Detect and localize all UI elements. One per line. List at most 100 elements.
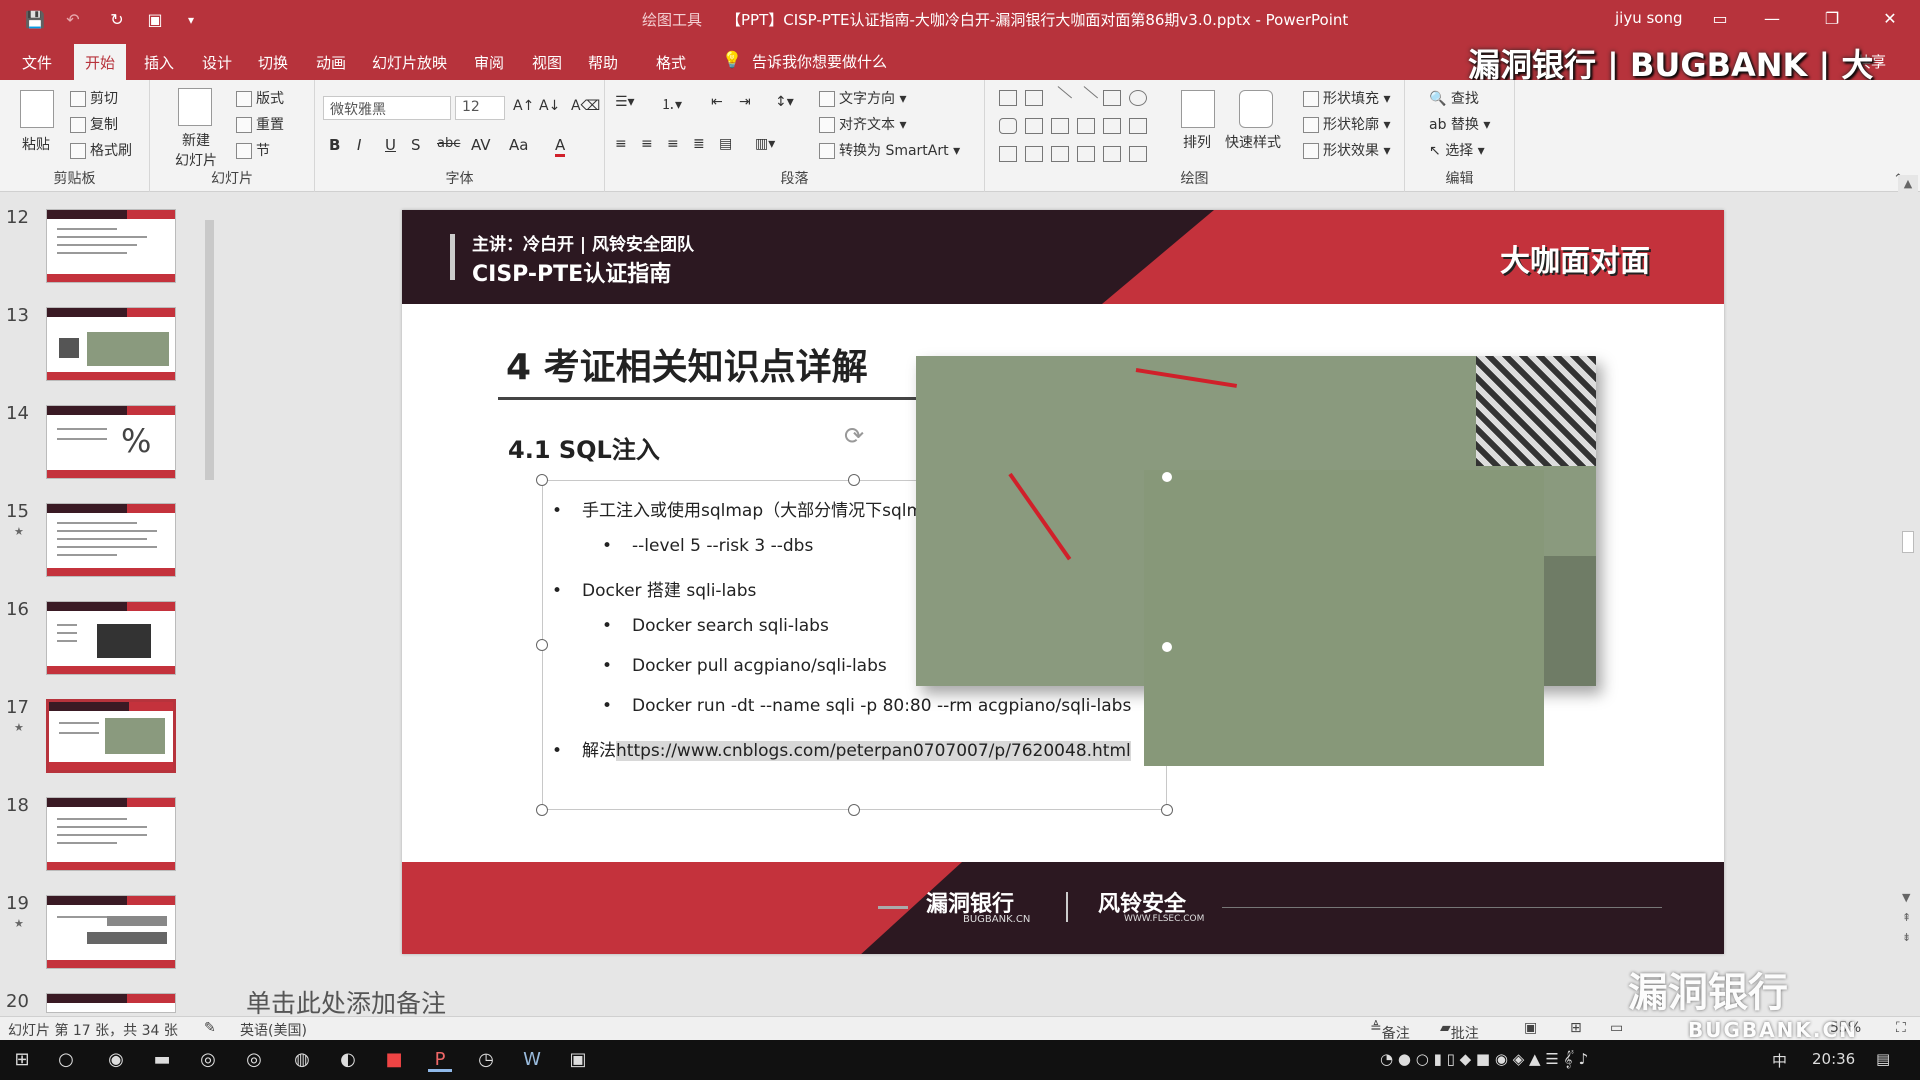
wechat-icon[interactable]: ◐	[336, 1048, 360, 1072]
shape-outline-button[interactable]: 形状轮廓 ▾	[1303, 114, 1390, 134]
distribute-icon[interactable]: ▤	[719, 136, 732, 152]
file-explorer-icon[interactable]: ▬	[150, 1048, 174, 1072]
increase-font-icon[interactable]: A↑	[513, 98, 534, 114]
slide-canvas[interactable]: 主讲：冷白开 | 风铃安全团队 CISP-PTE认证指南 大咖面对面 4 考证相…	[402, 210, 1724, 954]
thumbnail-slide-19[interactable]	[46, 895, 176, 969]
align-text-button[interactable]: 对齐文本 ▾	[819, 114, 906, 134]
shape-effects-button[interactable]: 形状效果 ▾	[1303, 140, 1390, 160]
tab-review[interactable]: 审阅	[474, 48, 504, 77]
decrease-font-icon[interactable]: A↓	[539, 98, 560, 114]
start-slideshow-icon[interactable]: ▣	[144, 9, 166, 31]
line-spacing-icon[interactable]: ↕▾	[775, 94, 794, 110]
shadow-button[interactable]: S	[411, 136, 421, 154]
clear-format-icon[interactable]: A⌫	[571, 98, 600, 114]
font-name-select[interactable]: 微软雅黑	[323, 96, 451, 120]
numbering-icon[interactable]: ⒈▾	[661, 94, 682, 114]
slide-subtitle[interactable]: 4.1 SQL注入	[508, 430, 660, 465]
underline-button[interactable]: U	[385, 136, 396, 154]
user-name[interactable]: jiyu song	[1615, 9, 1683, 27]
spellcheck-icon[interactable]: ✎	[204, 1020, 216, 1036]
app-red-icon[interactable]: ■	[382, 1048, 406, 1072]
notification-icon[interactable]: ▤	[1876, 1050, 1890, 1068]
change-case-button[interactable]: Aa	[509, 136, 528, 154]
section-button[interactable]: 节	[236, 140, 270, 160]
normal-view-icon[interactable]: ▣	[1524, 1020, 1537, 1036]
recorder-icon[interactable]: ▣	[566, 1048, 590, 1072]
cut-button[interactable]: 剪切	[70, 88, 118, 108]
comments-toggle[interactable]: ▰ 批注	[1440, 1020, 1479, 1042]
bullets-icon[interactable]: ☰▾	[615, 94, 635, 110]
thumbnail-slide-14[interactable]: %	[46, 405, 176, 479]
thumbnail-slide-13[interactable]	[46, 307, 176, 381]
ime-indicator[interactable]: 中	[1772, 1050, 1787, 1071]
clock-app-icon[interactable]: ◷	[474, 1048, 498, 1072]
tab-transitions[interactable]: 切换	[258, 48, 288, 77]
reading-view-icon[interactable]: ▭	[1610, 1020, 1623, 1036]
cortana-icon[interactable]: ○	[54, 1048, 78, 1072]
align-center-icon[interactable]: ≡	[641, 136, 653, 152]
find-button[interactable]: 🔍 查找	[1429, 88, 1479, 108]
new-slide-button[interactable]: 新建 幻灯片	[168, 130, 224, 170]
language-indicator[interactable]: 英语(美国)	[240, 1020, 307, 1040]
solution-link[interactable]: https://www.cnblogs.com/peterpan0707007/…	[616, 741, 1131, 761]
replace-button[interactable]: ab 替换 ▾	[1429, 114, 1490, 134]
redo-icon[interactable]: ↻	[106, 9, 128, 31]
slide-scrollbar[interactable]: ▲ ▼ ⇞ ⇟	[1898, 175, 1918, 1015]
slide-sorter-icon[interactable]: ⊞	[1570, 1020, 1582, 1036]
align-left-icon[interactable]: ≡	[615, 136, 627, 152]
browser-alt-icon[interactable]: ◍	[290, 1048, 314, 1072]
quick-styles-icon[interactable]	[1239, 90, 1273, 128]
bold-button[interactable]: B	[329, 136, 340, 154]
increase-indent-icon[interactable]: ⇥	[739, 94, 751, 110]
fit-slide-icon[interactable]: ⛶	[1896, 1020, 1906, 1036]
tab-animations[interactable]: 动画	[316, 48, 346, 77]
thumbnail-slide-18[interactable]	[46, 797, 176, 871]
previous-slide-icon[interactable]: ⇞	[1902, 911, 1911, 924]
slide-title[interactable]: 4 考证相关知识点详解	[506, 338, 868, 390]
convert-smartart-button[interactable]: 转换为 SmartArt ▾	[819, 140, 960, 160]
tab-format[interactable]: 格式	[656, 48, 686, 77]
rotate-handle-icon[interactable]: ⟳	[844, 422, 864, 450]
browser-icon[interactable]: ◎	[242, 1048, 266, 1072]
tell-me-search[interactable]: 告诉我你想要做什么	[752, 51, 887, 72]
paste-icon[interactable]	[20, 90, 54, 128]
undo-icon[interactable]: ↶	[62, 9, 84, 31]
notes-toggle[interactable]: ≜ 备注	[1370, 1020, 1410, 1042]
reset-button[interactable]: 重置	[236, 114, 284, 134]
italic-button[interactable]: I	[357, 136, 361, 154]
screenshot-image-2[interactable]	[1144, 470, 1544, 766]
copy-button[interactable]: 复制	[70, 114, 118, 134]
minimize-button[interactable]: —	[1752, 6, 1792, 32]
text-direction-button[interactable]: 文字方向 ▾	[819, 88, 906, 108]
close-button[interactable]: ✕	[1870, 6, 1910, 32]
thumbnail-scrollbar[interactable]	[203, 200, 216, 1010]
scroll-up-icon[interactable]: ▲	[1898, 177, 1918, 190]
arrange-icon[interactable]	[1181, 90, 1215, 128]
layout-button[interactable]: 版式	[236, 88, 284, 108]
thumbnail-slide-12[interactable]	[46, 209, 176, 283]
paste-button[interactable]: 粘贴	[22, 134, 50, 154]
windows-start-icon[interactable]: ⊞	[10, 1048, 34, 1072]
tab-home[interactable]: 开始	[74, 44, 127, 80]
resize-handle[interactable]	[1161, 804, 1173, 816]
tab-view[interactable]: 视图	[532, 48, 562, 77]
thumbnail-slide-16[interactable]	[46, 601, 176, 675]
new-slide-icon[interactable]	[178, 88, 212, 126]
strikethrough-button[interactable]: abc	[437, 136, 460, 151]
font-size-select[interactable]: 12	[455, 96, 505, 120]
shapes-gallery[interactable]	[995, 86, 1165, 168]
select-button[interactable]: ↖ 选择 ▾	[1429, 140, 1485, 160]
scroll-thumb[interactable]	[1902, 531, 1914, 553]
thumbnail-slide-20[interactable]	[46, 993, 176, 1013]
tray-icons[interactable]: ◔ ● ○ ▮ ▯ ◆ ■ ◉ ◈ ▲ ☰ 𝄟 ♪	[1380, 1050, 1588, 1068]
quick-styles-button[interactable]: 快速样式	[1225, 132, 1281, 152]
powerpoint-icon[interactable]: P	[428, 1048, 452, 1072]
ribbon-display-options-icon[interactable]: ▭	[1700, 6, 1740, 32]
font-color-button[interactable]: A	[555, 136, 566, 157]
arrange-button[interactable]: 排列	[1183, 132, 1211, 152]
clock[interactable]: 20:36	[1812, 1050, 1855, 1068]
format-painter-button[interactable]: 格式刷	[70, 140, 132, 160]
app-icon[interactable]: ◉	[104, 1048, 128, 1072]
tab-help[interactable]: 帮助	[588, 48, 618, 77]
thumbnail-slide-15[interactable]	[46, 503, 176, 577]
